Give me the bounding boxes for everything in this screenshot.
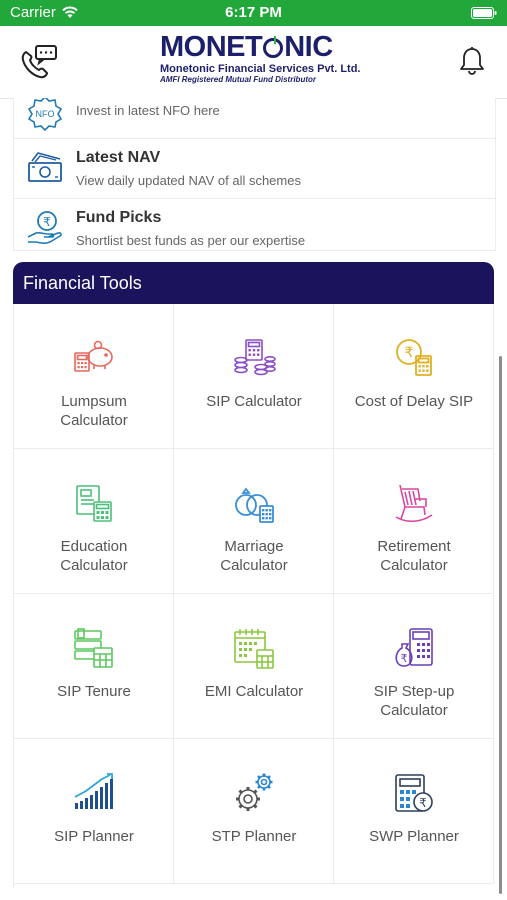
tool-retirement-calculator[interactable]: Retirement Calculator bbox=[334, 449, 494, 594]
list-item-title: Latest NAV bbox=[76, 149, 161, 166]
tool-label: SIP Tenure bbox=[57, 683, 131, 700]
app-header: MONET NIC Monetonic Financial Services Pv… bbox=[0, 26, 507, 99]
call-chat-icon[interactable] bbox=[20, 44, 58, 80]
tool-emi-calculator[interactable]: EMI Calculator bbox=[174, 594, 334, 739]
svg-text:₹: ₹ bbox=[405, 345, 414, 361]
tool-sip-step-up-calculator[interactable]: ₹ SIP Step-up Calculator bbox=[334, 594, 494, 739]
list-item-desc: View daily updated NAV of all schemes bbox=[76, 173, 301, 188]
gears-icon bbox=[236, 773, 273, 811]
nfo-icon: NFO bbox=[27, 98, 63, 132]
bell-icon[interactable] bbox=[459, 46, 485, 76]
svg-text:₹: ₹ bbox=[43, 215, 51, 229]
svg-text:₹: ₹ bbox=[401, 652, 408, 665]
tool-label: Cost of Delay SIP bbox=[354, 393, 474, 410]
tool-education-calculator[interactable]: Education Calculator bbox=[14, 449, 174, 594]
tool-label: Education Calculator bbox=[60, 538, 128, 574]
coins-calculator-icon bbox=[234, 339, 276, 376]
tool-label: STP Planner bbox=[211, 828, 297, 845]
rocking-chair-icon bbox=[395, 484, 433, 523]
financial-tools-header: Financial Tools bbox=[13, 262, 494, 304]
tool-lumpsum-calculator[interactable]: Lumpsum Calculator bbox=[14, 304, 174, 449]
tool-label: Retirement Calculator bbox=[377, 538, 451, 574]
currency-notes-icon bbox=[28, 152, 62, 182]
tool-label: SWP Planner bbox=[369, 828, 459, 845]
brand-wordmark: MONET NIC bbox=[160, 31, 333, 63]
tool-label: Marriage Calculator bbox=[220, 538, 288, 574]
quick-links-card: NFO Invest in latest NFO here Latest NAV… bbox=[13, 98, 496, 251]
growth-bars-icon bbox=[74, 773, 113, 809]
status-time: 6:17 PM bbox=[225, 4, 282, 21]
rupee-coin-calculator-icon: ₹ bbox=[396, 339, 432, 376]
tool-sip-calculator[interactable]: SIP Calculator bbox=[174, 304, 334, 449]
brand-logo: MONET NIC Monetonic Financial Services Pv… bbox=[160, 31, 361, 91]
tool-label: SIP Planner bbox=[54, 828, 134, 845]
tool-marriage-calculator[interactable]: Marriage Calculator bbox=[174, 449, 334, 594]
calendar-calculator-icon bbox=[234, 629, 274, 669]
svg-text:NFO: NFO bbox=[36, 109, 55, 119]
calculator-rupee-icon: ₹ bbox=[395, 774, 433, 812]
rings-calculator-icon bbox=[235, 487, 274, 523]
tool-label: Lumpsum Calculator bbox=[60, 393, 128, 429]
tool-sip-planner[interactable]: SIP Planner bbox=[14, 739, 174, 884]
battery-icon bbox=[471, 7, 497, 19]
list-item-desc: Invest in latest NFO here bbox=[76, 103, 220, 118]
tool-swp-planner[interactable]: ₹ SWP Planner bbox=[334, 739, 494, 884]
piggy-bank-calculator-icon bbox=[74, 340, 113, 372]
tool-label: SIP Calculator bbox=[206, 393, 302, 410]
tool-cost-of-delay-sip[interactable]: ₹ Cost of Delay SIP bbox=[334, 304, 494, 449]
company-tagline: AMFI Registered Mutual Fund Distributor bbox=[160, 75, 316, 84]
company-name: Monetonic Financial Services Pvt. Ltd. bbox=[160, 63, 361, 75]
list-item-title: Fund Picks bbox=[76, 209, 162, 226]
status-bar: Carrier 6:17 PM bbox=[0, 0, 507, 26]
list-item-nfo[interactable]: NFO Invest in latest NFO here bbox=[14, 98, 495, 139]
list-item-latest-nav[interactable]: Latest NAV View daily updated NAV of all… bbox=[14, 138, 495, 199]
book-calculator-icon bbox=[76, 485, 112, 522]
tool-label: SIP Step-up Calculator bbox=[373, 683, 455, 719]
section-title: Financial Tools bbox=[23, 273, 142, 293]
rupee-hand-icon: ₹ bbox=[27, 211, 62, 244]
list-item-desc: Shortlist best funds as per our expertis… bbox=[76, 233, 306, 248]
scrollbar[interactable] bbox=[499, 356, 502, 894]
money-bag-calculator-icon: ₹ bbox=[395, 628, 433, 667]
svg-text:₹: ₹ bbox=[419, 796, 427, 810]
tool-sip-tenure[interactable]: SIP Tenure bbox=[14, 594, 174, 739]
financial-tools-grid: Lumpsum Calculator SIP Calculator ₹ Cost… bbox=[13, 304, 496, 888]
books-calculator-icon bbox=[74, 628, 113, 668]
tool-stp-planner[interactable]: STP Planner bbox=[174, 739, 334, 884]
list-item-fund-picks[interactable]: ₹ Fund Picks Shortlist best funds as per… bbox=[14, 198, 495, 250]
tool-label: EMI Calculator bbox=[204, 683, 304, 700]
